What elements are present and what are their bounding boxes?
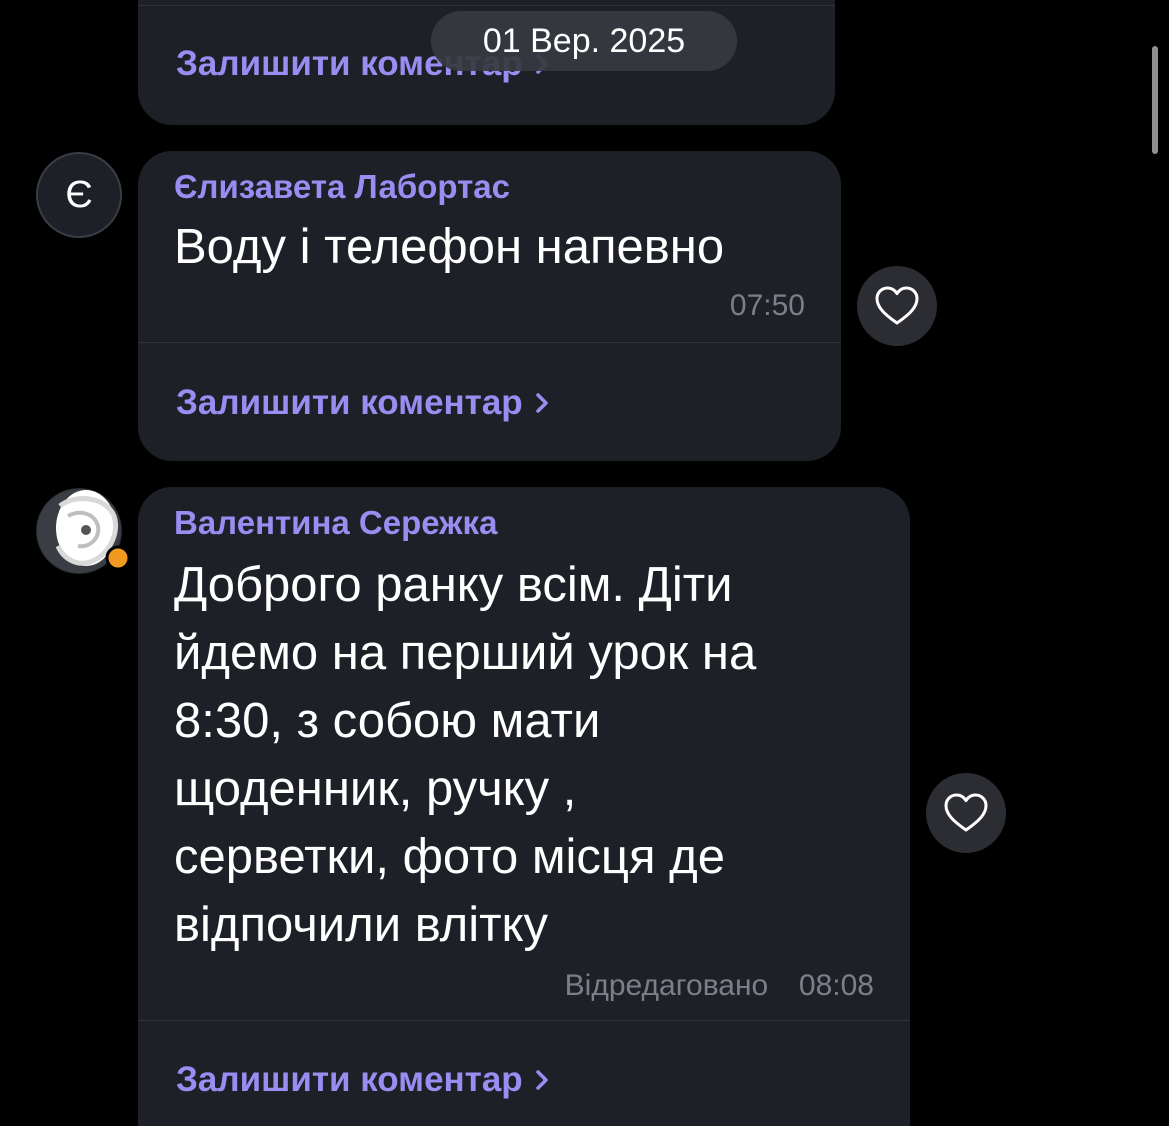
like-button[interactable] bbox=[926, 773, 1006, 853]
message-line: 8:30, з собою мати bbox=[174, 694, 601, 748]
message-meta: Відредаговано 08:08 bbox=[565, 969, 874, 1003]
chevron-right-icon bbox=[535, 393, 548, 413]
avatar[interactable] bbox=[36, 488, 130, 574]
bubble-divider bbox=[138, 342, 841, 343]
chat-screen: Залишити коментар 01 Вер. 2025 Є Єлизаве… bbox=[0, 0, 1169, 1126]
heart-outline-icon bbox=[875, 286, 919, 325]
message-line: відпочили влітку bbox=[174, 898, 549, 952]
message-time: 08:08 bbox=[798, 969, 874, 1002]
date-badge: 01 Вер. 2025 bbox=[431, 11, 737, 71]
leave-comment-label: Залишити коментар bbox=[176, 383, 523, 422]
sender-name[interactable]: Валентина Сережка bbox=[174, 504, 497, 542]
avatar[interactable]: Є bbox=[36, 152, 122, 238]
message-text: Воду і телефон напевно bbox=[174, 213, 724, 281]
scrollbar[interactable] bbox=[1152, 46, 1158, 154]
leave-comment-link[interactable]: Залишити коментар bbox=[176, 1060, 549, 1100]
edited-label: Відредаговано bbox=[564, 969, 769, 1002]
avatar-letter: Є bbox=[65, 173, 93, 216]
message-line: Воду і телефон напевно bbox=[174, 220, 725, 274]
message-bubble: Єлизавета Лабортас Воду і телефон напевн… bbox=[138, 151, 841, 461]
message-meta: 07:50 bbox=[730, 289, 805, 323]
message-line: Доброго ранку всім. Діти bbox=[174, 558, 733, 612]
like-button[interactable] bbox=[857, 266, 937, 346]
leave-comment-link[interactable]: Залишити коментар bbox=[176, 383, 549, 423]
message-time: 07:50 bbox=[729, 289, 805, 322]
leave-comment-label: Залишити коментар bbox=[176, 1060, 523, 1099]
sender-name[interactable]: Єлизавета Лабортас bbox=[174, 168, 510, 206]
message-line: серветки, фото місця де bbox=[174, 830, 725, 884]
heart-outline-icon bbox=[944, 793, 988, 832]
message-line: йдемо на перший урок на bbox=[174, 626, 757, 680]
bubble-divider bbox=[138, 5, 835, 6]
message-line: щоденник, ручку , bbox=[174, 762, 577, 816]
avatar-photo-icon bbox=[37, 489, 130, 573]
chevron-right-icon bbox=[535, 1070, 548, 1090]
bubble-divider bbox=[138, 1020, 910, 1021]
message-text: Доброго ранку всім. Діти йдемо на перший… bbox=[174, 551, 756, 959]
message-bubble: Валентина Сережка Доброго ранку всім. Ді… bbox=[138, 487, 910, 1126]
